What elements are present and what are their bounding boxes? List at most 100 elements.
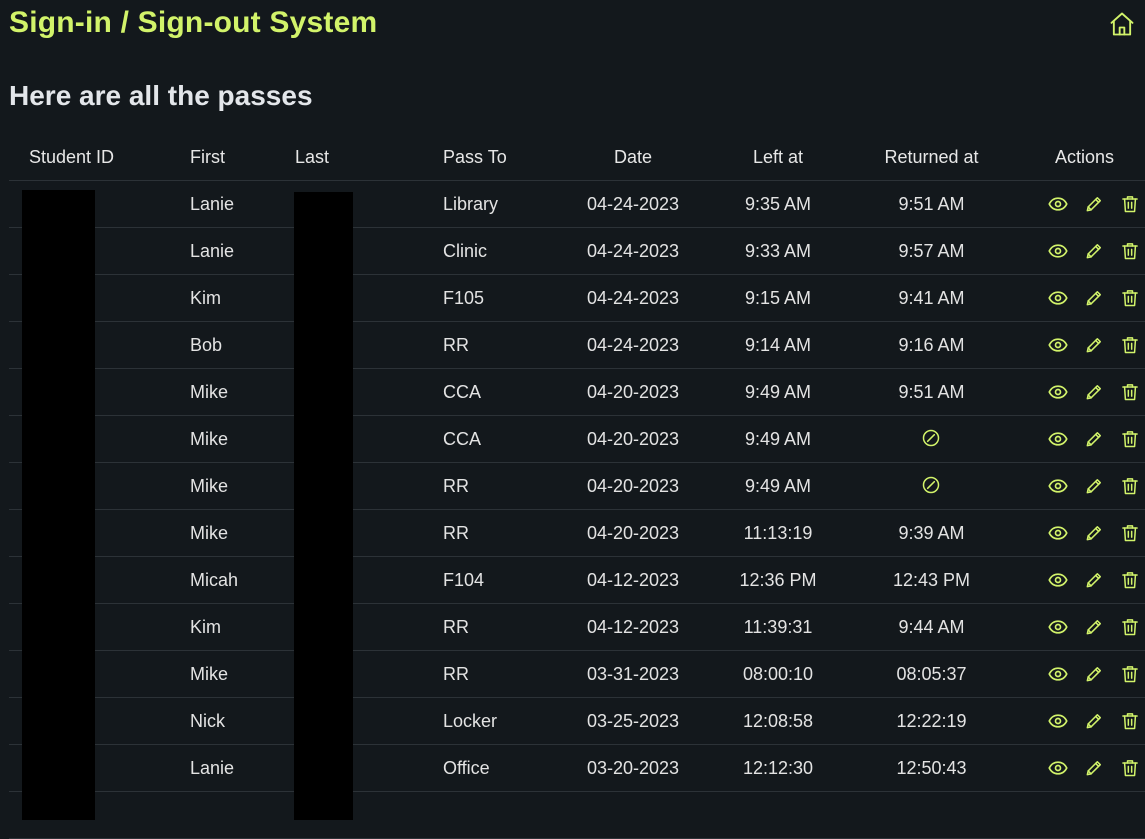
- row-actions: [1010, 522, 1145, 544]
- cell-pass-to: Library: [443, 180, 563, 228]
- edit-icon[interactable]: [1083, 522, 1105, 544]
- delete-icon[interactable]: [1119, 334, 1141, 356]
- view-icon[interactable]: [1047, 193, 1069, 215]
- delete-icon[interactable]: [1119, 381, 1141, 403]
- view-icon[interactable]: [1047, 381, 1069, 403]
- cell-returned-at: 9:51 AM: [853, 180, 1010, 228]
- cell-returned-at-text: 9:16 AM: [898, 334, 965, 355]
- view-icon[interactable]: [1047, 428, 1069, 450]
- view-icon[interactable]: [1047, 334, 1069, 356]
- edit-icon[interactable]: [1083, 757, 1105, 779]
- cell-returned-at-text: 12:22:19: [896, 710, 967, 731]
- cell-left-at: 9:49 AM: [703, 368, 853, 416]
- cell-left-at: 11:13:19: [703, 509, 853, 557]
- page-heading: Here are all the passes: [9, 80, 313, 111]
- redaction-block-student-id: [22, 190, 95, 820]
- cell-first-name: Micah: [190, 556, 295, 604]
- delete-icon[interactable]: [1119, 193, 1141, 215]
- cell-left-at: 12:12:30: [703, 744, 853, 792]
- table-row: Kim RR 04-12-2023 11:39:31 9:44 AM: [9, 603, 1145, 651]
- delete-icon[interactable]: [1119, 287, 1141, 309]
- cell-date: 04-12-2023: [563, 556, 703, 604]
- view-icon[interactable]: [1047, 663, 1069, 685]
- view-icon[interactable]: [1047, 522, 1069, 544]
- edit-icon[interactable]: [1083, 710, 1105, 732]
- cell-first-name: Mike: [190, 462, 295, 510]
- edit-icon[interactable]: [1083, 193, 1105, 215]
- cell-returned-at: 9:16 AM: [853, 321, 1010, 369]
- cell-returned-at-text: 9:57 AM: [898, 240, 965, 261]
- delete-icon[interactable]: [1119, 428, 1141, 450]
- table-row: Mike CCA 04-20-2023 9:49 AM: [9, 415, 1145, 463]
- col-header-last: Last: [295, 134, 443, 181]
- cell-first-name: Nick: [190, 697, 295, 745]
- delete-icon[interactable]: [1119, 757, 1141, 779]
- edit-icon[interactable]: [1083, 381, 1105, 403]
- cell-first-name: Lanie: [190, 744, 295, 792]
- view-icon[interactable]: [1047, 287, 1069, 309]
- cell-date: 04-20-2023: [563, 415, 703, 463]
- row-actions: [1010, 475, 1145, 497]
- cell-date: 04-12-2023: [563, 603, 703, 651]
- view-icon[interactable]: [1047, 240, 1069, 262]
- cell-pass-to: Clinic: [443, 227, 563, 275]
- delete-icon[interactable]: [1119, 240, 1141, 262]
- delete-icon[interactable]: [1119, 663, 1141, 685]
- cell-pass-to: RR: [443, 650, 563, 698]
- cell-actions: [1010, 603, 1145, 651]
- cell-pass-to: RR: [443, 603, 563, 651]
- delete-icon[interactable]: [1119, 710, 1141, 732]
- row-actions: [1010, 663, 1145, 685]
- edit-icon[interactable]: [1083, 475, 1105, 497]
- row-actions: [1010, 616, 1145, 638]
- cell-returned-at-text: 9:51 AM: [898, 193, 965, 214]
- col-header-first: First: [190, 134, 295, 181]
- row-actions: [1010, 569, 1145, 591]
- cell-pass-to: RR: [443, 509, 563, 557]
- delete-icon[interactable]: [1119, 475, 1141, 497]
- cell-actions: [1010, 556, 1145, 604]
- edit-icon[interactable]: [1083, 334, 1105, 356]
- delete-icon[interactable]: [1119, 569, 1141, 591]
- cell-left-at: 9:33 AM: [703, 227, 853, 275]
- cell-returned-at: 08:05:37: [853, 650, 1010, 698]
- edit-icon[interactable]: [1083, 428, 1105, 450]
- table-row: Lanie Clinic 04-24-2023 9:33 AM 9:57 AM: [9, 227, 1145, 275]
- view-icon[interactable]: [1047, 569, 1069, 591]
- app-title: Sign-in / Sign-out System: [9, 6, 378, 39]
- cell-first-name: Lanie: [190, 227, 295, 275]
- edit-icon[interactable]: [1083, 287, 1105, 309]
- cell-actions: [1010, 697, 1145, 745]
- cell-returned-at-text: 12:43 PM: [892, 569, 971, 590]
- table-row: Mike CCA 04-20-2023 9:49 AM 9:51 AM: [9, 368, 1145, 416]
- cell-returned-at: 12:43 PM: [853, 556, 1010, 604]
- redaction-block-last-name: [294, 192, 353, 820]
- view-icon[interactable]: [1047, 710, 1069, 732]
- cell-pass-to: CCA: [443, 368, 563, 416]
- edit-icon[interactable]: [1083, 663, 1105, 685]
- view-icon[interactable]: [1047, 757, 1069, 779]
- passes-table-container: Student ID First Last Pass To Date Left …: [9, 134, 1145, 839]
- col-header-returned-at: Returned at: [853, 134, 1010, 181]
- cell-returned-at: 9:39 AM: [853, 509, 1010, 557]
- view-icon[interactable]: [1047, 475, 1069, 497]
- edit-icon[interactable]: [1083, 569, 1105, 591]
- cell-left-at: 12:08:58: [703, 697, 853, 745]
- row-actions: [1010, 193, 1145, 215]
- cell-date: 04-20-2023: [563, 462, 703, 510]
- delete-icon[interactable]: [1119, 522, 1141, 544]
- delete-icon[interactable]: [1119, 616, 1141, 638]
- cell-date: 03-20-2023: [563, 744, 703, 792]
- cell-left-at: 9:14 AM: [703, 321, 853, 369]
- cell-first-name: [190, 791, 295, 839]
- cell-left-at: 08:00:10: [703, 650, 853, 698]
- cell-returned-at: 12:22:19: [853, 697, 1010, 745]
- cell-first-name: Mike: [190, 368, 295, 416]
- edit-icon[interactable]: [1083, 616, 1105, 638]
- edit-icon[interactable]: [1083, 240, 1105, 262]
- cell-pass-to: RR: [443, 321, 563, 369]
- home-button[interactable]: [1107, 9, 1137, 39]
- row-actions: [1010, 287, 1145, 309]
- cell-returned-at: 9:57 AM: [853, 227, 1010, 275]
- view-icon[interactable]: [1047, 616, 1069, 638]
